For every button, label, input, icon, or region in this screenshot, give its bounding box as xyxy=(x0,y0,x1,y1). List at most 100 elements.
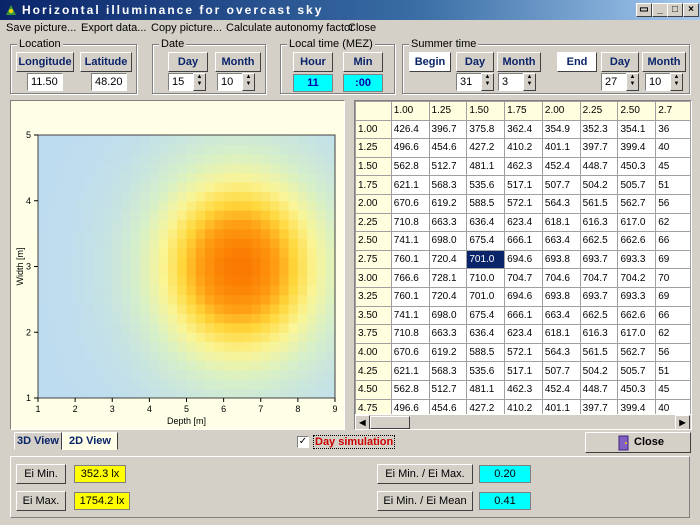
row-header[interactable]: 4.25 xyxy=(355,361,392,381)
minimize-icon[interactable]: _ xyxy=(652,3,668,17)
table-cell[interactable]: 452.4 xyxy=(541,379,581,400)
table-cell[interactable]: 70 xyxy=(655,268,691,288)
menu-export-data[interactable]: Export data... xyxy=(81,22,146,34)
table-cell[interactable]: 662.5 xyxy=(579,231,619,251)
table-cell[interactable]: 562.7 xyxy=(617,193,657,214)
table-cell[interactable]: 662.6 xyxy=(617,231,657,251)
summer-end-month-spinner[interactable]: ▲ ▼ xyxy=(670,73,683,91)
summer-begin-month-spinner[interactable]: ▲ ▼ xyxy=(523,73,536,91)
table-cell[interactable]: 588.5 xyxy=(466,193,506,214)
table-cell[interactable]: 670.6 xyxy=(390,342,430,363)
summer-end-button[interactable]: End xyxy=(557,52,597,72)
summer-end-month-button[interactable]: Month xyxy=(642,52,686,72)
table-cell[interactable]: 572.1 xyxy=(504,193,543,214)
table-cell[interactable]: 636.4 xyxy=(466,212,506,233)
table-cell[interactable]: 401.1 xyxy=(541,138,581,158)
row-header[interactable]: 4.00 xyxy=(355,342,392,363)
table-cell[interactable]: 616.3 xyxy=(579,324,619,344)
tab-3d-view[interactable]: 3D View xyxy=(14,432,62,450)
table-cell[interactable]: 693.7 xyxy=(579,286,619,307)
table-cell[interactable]: 710.0 xyxy=(466,268,506,288)
table-cell[interactable]: 40 xyxy=(655,138,691,158)
table-cell[interactable]: 728.1 xyxy=(428,268,468,288)
table-cell[interactable]: 51 xyxy=(655,361,691,381)
table-cell[interactable]: 45 xyxy=(655,379,691,400)
table-cell[interactable]: 481.1 xyxy=(466,379,506,400)
table-cell[interactable]: 504.2 xyxy=(579,361,619,381)
row-header[interactable]: 2.25 xyxy=(355,212,392,233)
table-cell[interactable]: 618.1 xyxy=(541,324,581,344)
table-cell[interactable]: 710.8 xyxy=(390,324,430,344)
table-cell[interactable]: 354.1 xyxy=(617,119,657,140)
table-cell[interactable]: 698.0 xyxy=(428,305,468,326)
table-cell[interactable]: 701.0 xyxy=(466,286,506,307)
table-cell[interactable]: 462.3 xyxy=(504,156,543,177)
row-header[interactable]: 2.00 xyxy=(355,193,392,214)
menu-calculate-autonomy[interactable]: Calculate autonomy factor xyxy=(226,22,354,34)
table-cell[interactable]: 619.2 xyxy=(428,193,468,214)
table-cell[interactable]: 512.7 xyxy=(428,156,468,177)
table-cell[interactable]: 375.8 xyxy=(466,119,506,140)
table-cell[interactable]: 698.0 xyxy=(428,231,468,251)
table-cell[interactable]: 662.5 xyxy=(579,305,619,326)
table-cell[interactable]: 617.0 xyxy=(617,212,657,233)
menu-copy-picture[interactable]: Copy picture... xyxy=(151,22,222,34)
table-cell[interactable]: 568.3 xyxy=(428,175,468,195)
table-cell[interactable]: 535.6 xyxy=(466,175,506,195)
table-cell[interactable]: 562.8 xyxy=(390,156,430,177)
table-cell[interactable]: 62 xyxy=(655,212,691,233)
column-header[interactable]: 2.00 xyxy=(541,101,581,121)
table-cell[interactable]: 69 xyxy=(655,249,691,270)
row-header[interactable]: 3.25 xyxy=(355,286,392,307)
summer-begin-month-field[interactable]: 3 xyxy=(498,73,524,91)
table-cell[interactable]: 670.6 xyxy=(390,193,430,214)
table-cell[interactable]: 462.3 xyxy=(504,379,543,400)
table-cell[interactable]: 450.3 xyxy=(617,156,657,177)
row-header[interactable]: 1.00 xyxy=(355,119,392,140)
table-cell[interactable]: 693.8 xyxy=(541,286,581,307)
table-cell[interactable]: 496.6 xyxy=(390,138,430,158)
summer-begin-month-button[interactable]: Month xyxy=(497,52,541,72)
table-cell[interactable]: 561.5 xyxy=(579,342,619,363)
table-cell[interactable]: 588.5 xyxy=(466,342,506,363)
row-header[interactable]: 2.50 xyxy=(355,231,392,251)
table-cell[interactable]: 694.6 xyxy=(504,286,543,307)
summer-end-day-button[interactable]: Day xyxy=(601,52,639,72)
maximize-icon[interactable]: □ xyxy=(667,3,683,17)
table-cell[interactable]: 396.7 xyxy=(428,119,468,140)
longitude-field[interactable]: 11.50 xyxy=(27,73,63,91)
table-cell[interactable]: 561.5 xyxy=(579,193,619,214)
table-cell[interactable]: 675.4 xyxy=(466,231,506,251)
table-cell[interactable]: 621.1 xyxy=(390,175,430,195)
table-cell[interactable]: 535.6 xyxy=(466,361,506,381)
column-header[interactable]: 2.50 xyxy=(617,101,657,121)
table-cell[interactable]: 618.1 xyxy=(541,212,581,233)
table-cell[interactable]: 481.1 xyxy=(466,156,506,177)
table-cell[interactable]: 56 xyxy=(655,193,691,214)
table-cell[interactable]: 45 xyxy=(655,156,691,177)
table-cell[interactable]: 69 xyxy=(655,286,691,307)
row-header[interactable]: 3.75 xyxy=(355,324,392,344)
row-header[interactable]: 1.25 xyxy=(355,138,392,158)
row-header[interactable]: 1.75 xyxy=(355,175,392,195)
table-cell[interactable]: 505.7 xyxy=(617,175,657,195)
table-cell[interactable]: 512.7 xyxy=(428,379,468,400)
close-icon[interactable]: × xyxy=(683,3,699,17)
summer-end-month-field[interactable]: 10 xyxy=(645,73,671,91)
table-cell[interactable]: 56 xyxy=(655,342,691,363)
latitude-field[interactable]: 48.20 xyxy=(91,73,127,91)
restore-icon[interactable]: ▭ xyxy=(636,3,652,17)
table-cell[interactable]: 623.4 xyxy=(504,324,543,344)
table-cell[interactable]: 362.4 xyxy=(504,119,543,140)
menu-save-picture[interactable]: Save picture... xyxy=(6,22,76,34)
tab-2d-view[interactable]: 2D View xyxy=(62,432,118,450)
table-cell[interactable]: 454.6 xyxy=(428,138,468,158)
table-cell[interactable]: 572.1 xyxy=(504,342,543,363)
table-cell[interactable]: 410.2 xyxy=(504,138,543,158)
column-header[interactable]: 1.50 xyxy=(466,101,506,121)
table-cell[interactable]: 36 xyxy=(655,119,691,140)
table-cell[interactable]: 693.3 xyxy=(617,286,657,307)
summer-begin-day-field[interactable]: 31 xyxy=(456,73,482,91)
summer-begin-day-button[interactable]: Day xyxy=(456,52,494,72)
column-header[interactable]: 2.25 xyxy=(579,101,619,121)
